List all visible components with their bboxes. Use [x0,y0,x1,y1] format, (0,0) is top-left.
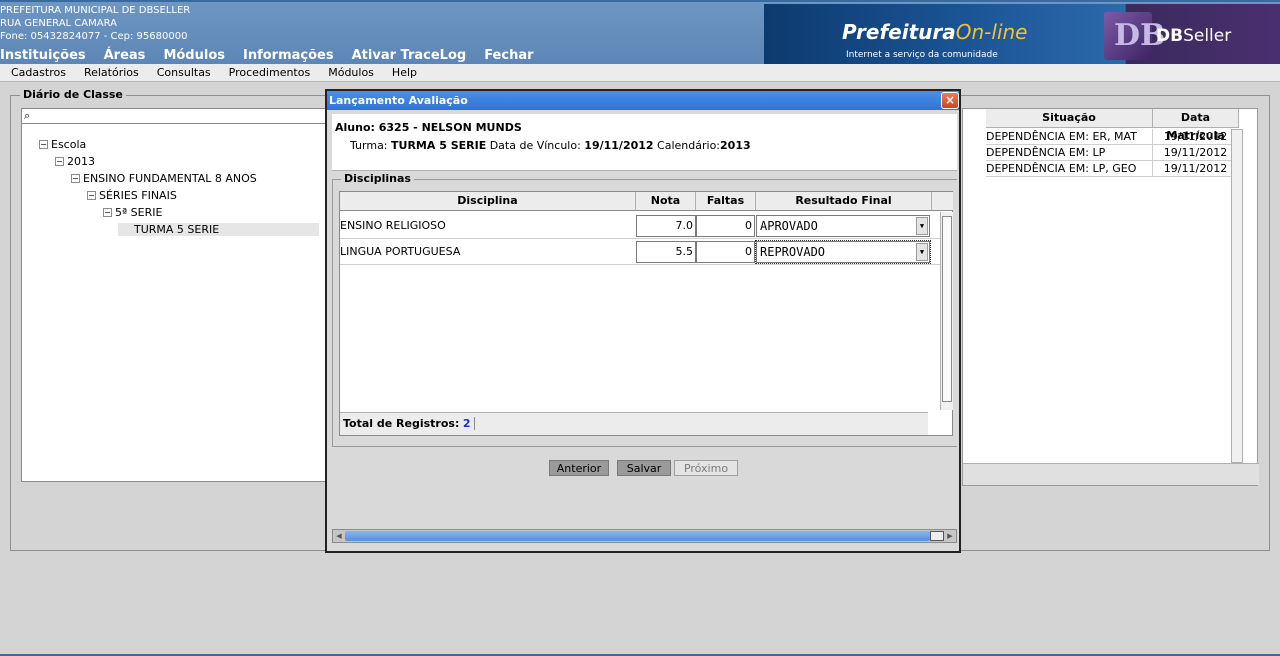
collapse-icon[interactable]: − [71,174,80,183]
cell-data[interactable]: 19/11/2012 [1153,129,1239,145]
anterior-button[interactable]: Anterior [549,460,609,476]
prefeitura-online-logo: PrefeituraOn-line [842,20,1028,44]
resultado-select[interactable]: REPROVADO ▼ [755,240,931,264]
dropdown-arrow-icon[interactable]: ▼ [916,243,928,261]
menubar: Cadastros Relatórios Consultas Procedime… [0,64,1280,82]
org-name: PREFEITURA MUNICIPAL DE DBSELLER [0,5,191,16]
org-address: RUA GENERAL CAMARA [0,18,117,29]
collapse-icon[interactable]: − [87,191,96,200]
nota-input[interactable]: 7.0 [636,215,696,237]
menu-areas[interactable]: Áreas [104,48,146,63]
faltas-input[interactable]: 0 [696,241,755,263]
scroll-left-icon[interactable]: ◀ [334,531,344,541]
scroll-thumb[interactable] [942,216,952,402]
disciplina-cell: LINGUA PORTUGUESA [340,245,461,258]
banner-tagline: Internet a serviço da comunidade [846,50,998,60]
total-count: 2 [462,417,475,430]
cell-situacao[interactable]: DEPENDÊNCIA EM: LP, GEO [986,161,1153,177]
collapse-icon[interactable]: − [39,140,48,149]
brand-banner: PrefeituraOn-line Internet a serviço da … [764,4,1280,66]
dialog-horizontal-scrollbar[interactable]: ◀ ▶ [332,529,957,543]
col-resultado-final[interactable]: Resultado Final [756,192,932,211]
tree-node-escola[interactable]: − Escola [39,138,86,151]
menu-instituicoes[interactable]: Instituições [0,48,86,63]
scroll-thumb[interactable] [345,531,930,541]
grid-footer: Total de Registros: 2 [340,412,928,435]
org-phone: Fone: 05432824077 - Cep: 95680000 [0,31,188,42]
tree-node-2013[interactable]: −2013 [55,155,95,168]
faltas-input[interactable]: 0 [696,215,755,237]
resize-grip-icon[interactable] [930,531,944,541]
cell-data[interactable]: 19/11/2012 [1153,161,1239,177]
dbseller-logo-icon: DB [1104,12,1165,60]
salvar-button[interactable]: Salvar [617,460,671,476]
cell-data[interactable]: 19/11/2012 [1153,145,1239,161]
tree-node-5a-serie[interactable]: −5ª SERIE [103,206,162,219]
cell-situacao[interactable]: DEPENDÊNCIA EM: ER, MAT [986,129,1153,145]
table-vertical-scrollbar[interactable] [1231,129,1243,463]
top-menu: Instituições Áreas Módulos Informações A… [0,48,552,63]
menu-modulos[interactable]: Módulos [163,48,225,63]
menu-consultas[interactable]: Consultas [157,66,211,79]
aluno-label: Aluno: 6325 - NELSON MUNDS [335,121,522,134]
lancamento-avaliacao-dialog: Lançamento Avaliação × Aluno: 6325 - NEL… [325,89,961,553]
disciplinas-legend: Disciplinas [341,172,414,185]
tree-search-input[interactable]: ⌕ [22,109,336,124]
cell-situacao[interactable]: DEPENDÊNCIA EM: LP [986,145,1153,161]
dialog-title: Lançamento Avaliação [327,91,959,110]
col-spacer [932,192,953,211]
col-nota[interactable]: Nota [636,192,696,211]
proximo-button[interactable]: Próximo [674,460,738,476]
menu-cadastros[interactable]: Cadastros [11,66,66,79]
student-info: Aluno: 6325 - NELSON MUNDS Turma: TURMA … [332,114,957,171]
menu-informacoes[interactable]: Informações [243,48,334,63]
col-situacao[interactable]: Situação [986,109,1153,128]
disciplina-cell: ENSINO RELIGIOSO [340,219,446,232]
col-disciplina[interactable]: Disciplina [340,192,636,211]
resultado-select[interactable]: APROVADO ▼ [756,215,930,237]
col-faltas[interactable]: Faltas [696,192,756,211]
col-data-matricula[interactable]: Data Matrícula [1153,109,1239,142]
tree-node-series-finais[interactable]: − SÉRIES FINAIS [87,189,177,202]
class-tree: ⌕ − Escola −2013 − ENSINO FUNDAMENTAL 8 AN… [21,108,337,482]
app-header: PREFEITURA MUNICIPAL DE DBSELLER RUA GEN… [0,0,1280,66]
nota-input[interactable]: 5.5 [636,241,696,263]
close-icon[interactable]: × [941,92,959,109]
menu-modulos-sub[interactable]: Módulos [328,66,374,79]
magnifier-icon[interactable]: ⌕ [24,109,30,123]
scroll-right-icon[interactable]: ▶ [945,531,955,541]
row-divider [340,264,940,265]
student-table: Situação Data Matrícula DEPENDÊNCIA EM: … [962,108,1259,486]
org-info: PREFEITURA MUNICIPAL DE DBSELLER RUA GEN… [0,4,190,43]
menu-relatorios[interactable]: Relatórios [84,66,139,79]
menu-ativar-tracelog[interactable]: Ativar TraceLog [352,48,467,63]
tree-node-ensino-fundamental[interactable]: − ENSINO FUNDAMENTAL 8 ANOS [71,172,257,185]
menu-procedimentos[interactable]: Procedimentos [229,66,311,79]
tree-node-turma-5-serie[interactable]: TURMA 5 SERIE [118,223,320,236]
dropdown-arrow-icon[interactable]: ▼ [916,217,928,235]
disciplinas-grid: Disciplina Nota Faltas Resultado Final E… [339,191,953,436]
table-horizontal-scrollbar[interactable] [963,463,1259,485]
menu-help[interactable]: Help [392,66,417,79]
collapse-icon[interactable]: − [103,208,112,217]
grid-vertical-scrollbar[interactable] [940,212,953,410]
menu-fechar[interactable]: Fechar [484,48,533,63]
collapse-icon[interactable]: − [55,157,64,166]
dbseller-wordmark: DBSeller [1156,26,1232,46]
diario-legend: Diário de Classe [20,88,126,101]
row-divider [340,238,940,239]
turma-line: Turma: TURMA 5 SERIE Data de Vínculo: 19… [350,139,751,152]
